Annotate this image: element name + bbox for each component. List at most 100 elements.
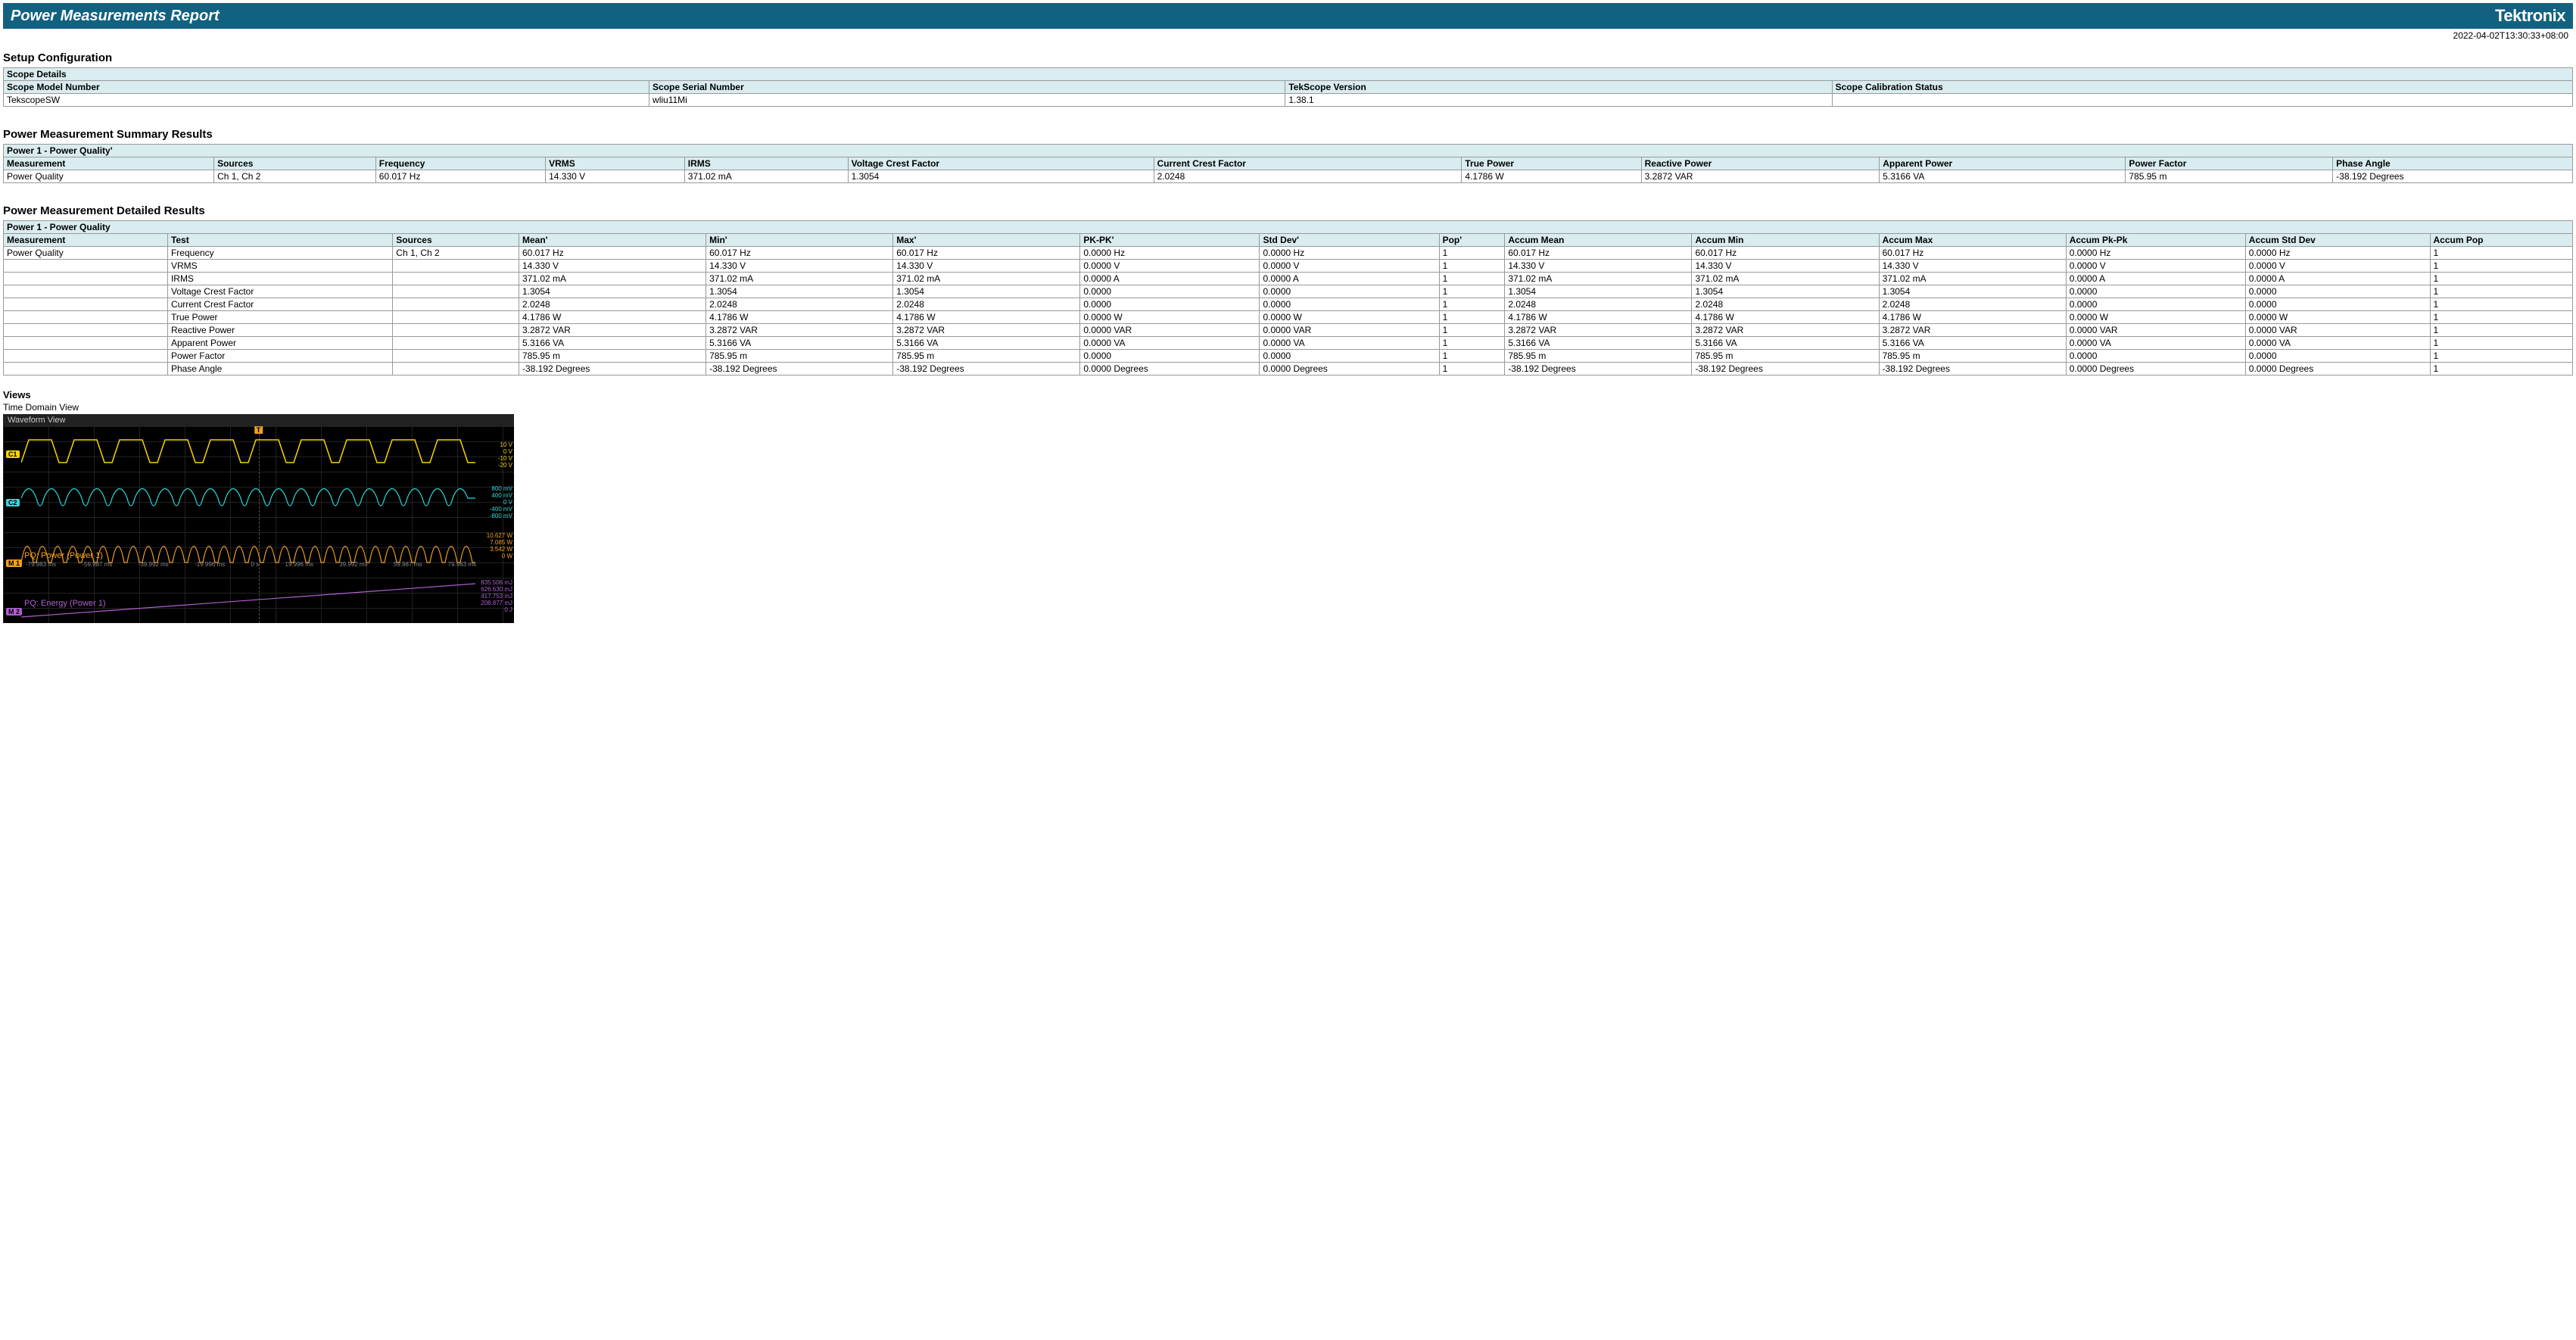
detailed-cell: 60.017 Hz: [1692, 247, 1879, 260]
scale-tick: -10 V: [498, 455, 512, 462]
summary-cell: 14.330 V: [546, 170, 685, 183]
detailed-cell: 2.0248: [1879, 298, 2066, 311]
scale-c1: 10 V0 V-10 V-20 V: [498, 441, 512, 469]
detailed-row: Reactive Power3.2872 VAR3.2872 VAR3.2872…: [4, 324, 2573, 337]
detailed-cell: 0.0000 V: [1260, 260, 1439, 273]
detailed-col-header: PK-PK': [1080, 234, 1260, 247]
detailed-cell: 0.0000 V: [2066, 260, 2245, 273]
summary-col-header: Reactive Power: [1641, 157, 1880, 170]
detailed-cell: -38.192 Degrees: [519, 363, 706, 376]
scale-tick: 800 mV: [490, 485, 512, 492]
summary-cell: 1.3054: [848, 170, 1154, 183]
detailed-row: Voltage Crest Factor1.30541.30541.30540.…: [4, 285, 2573, 298]
detailed-cell: 0.0000 Hz: [2245, 247, 2430, 260]
summary-col-header: Measurement: [4, 157, 214, 170]
time-tick: -59.987 ms: [82, 561, 112, 568]
detailed-cell: [4, 337, 168, 350]
detailed-cell: 0.0000: [1260, 350, 1439, 363]
detailed-cell: 371.02 mA: [1505, 273, 1692, 285]
detailed-cell: [4, 298, 168, 311]
detailed-cell: [393, 363, 519, 376]
scale-c2: 800 mV400 mV0 V-400 mV-800 mV: [490, 485, 512, 519]
detailed-col-header: Accum Std Dev: [2245, 234, 2430, 247]
time-tick: 19.996 ms: [285, 561, 313, 568]
detailed-cell: 785.95 m: [519, 350, 706, 363]
waveform-title: Waveform View: [3, 414, 514, 426]
scale-tick: 400 mV: [490, 492, 512, 499]
detailed-cell: 1: [1439, 298, 1505, 311]
detailed-cell: -38.192 Degrees: [706, 363, 893, 376]
scale-tick: -20 V: [498, 462, 512, 469]
detailed-cell: 1: [2430, 260, 2573, 273]
detailed-cell: Ch 1, Ch 2: [393, 247, 519, 260]
detailed-cell: 1.3054: [1879, 285, 2066, 298]
detailed-cell: 60.017 Hz: [1879, 247, 2066, 260]
detailed-cell: 3.2872 VAR: [1505, 324, 1692, 337]
detailed-cell: 5.3166 VA: [706, 337, 893, 350]
detailed-cell: 0.0000 W: [2245, 311, 2430, 324]
scale-tick: 0 J: [481, 606, 512, 613]
detailed-cell: Power Factor: [167, 350, 392, 363]
scale-tick: 626.630 mJ: [481, 586, 512, 593]
detailed-cell: 14.330 V: [893, 260, 1080, 273]
detailed-cell: 0.0000 W: [2066, 311, 2245, 324]
detailed-col-header: Measurement: [4, 234, 168, 247]
detailed-row: Current Crest Factor2.02482.02482.02480.…: [4, 298, 2573, 311]
detailed-cell: 1: [1439, 260, 1505, 273]
detailed-cell: [4, 324, 168, 337]
detailed-cell: 1.3054: [519, 285, 706, 298]
detailed-cell: 1: [2430, 350, 2573, 363]
detailed-cell: 4.1786 W: [1505, 311, 1692, 324]
detailed-col-header: Pop': [1439, 234, 1505, 247]
trace-c1: [21, 432, 475, 470]
detailed-cell: 1: [2430, 363, 2573, 376]
scale-tick: -400 mV: [490, 506, 512, 513]
time-axis: -79.983 ms-59.987 ms-39.992 ms-19.996 ms…: [26, 561, 476, 568]
summary-cell: -38.192 Degrees: [2333, 170, 2573, 183]
detailed-cell: 14.330 V: [519, 260, 706, 273]
detailed-cell: 1: [2430, 285, 2573, 298]
setup-col-header: Scope Serial Number: [649, 81, 1285, 94]
scope-details-table: Scope Details Scope Model NumberScope Se…: [3, 67, 2573, 107]
detailed-cell: 0.0000 Degrees: [2245, 363, 2430, 376]
detailed-cell: 371.02 mA: [706, 273, 893, 285]
detailed-cell: 785.95 m: [706, 350, 893, 363]
detailed-cell: 0.0000 VA: [2066, 337, 2245, 350]
detailed-cell: 0.0000: [1080, 285, 1260, 298]
detailed-col-header: Test: [167, 234, 392, 247]
detailed-cell: 4.1786 W: [1879, 311, 2066, 324]
detailed-col-header: Sources: [393, 234, 519, 247]
time-tick: 39.992 ms: [339, 561, 367, 568]
detailed-cell: [393, 350, 519, 363]
detailed-table: Power 1 - Power Quality MeasurementTestS…: [3, 220, 2573, 376]
summary-col-header: Phase Angle: [2333, 157, 2573, 170]
detailed-cell: 0.0000 Hz: [2066, 247, 2245, 260]
detailed-cell: 5.3166 VA: [1505, 337, 1692, 350]
detailed-cell: 785.95 m: [1505, 350, 1692, 363]
setup-cell: [1832, 94, 2572, 107]
detailed-cell: 0.0000: [2066, 285, 2245, 298]
detailed-cell: 0.0000 A: [2066, 273, 2245, 285]
detailed-cell: 0.0000: [1080, 350, 1260, 363]
detailed-cell: 2.0248: [519, 298, 706, 311]
time-tick: -79.983 ms: [26, 561, 56, 568]
detailed-cell: 0.0000 Degrees: [1260, 363, 1439, 376]
setup-col-header: Scope Calibration Status: [1832, 81, 2572, 94]
summary-col-header: IRMS: [684, 157, 848, 170]
scale-tick: 0 W: [487, 553, 512, 559]
detailed-cell: [393, 285, 519, 298]
scale-tick: -800 mV: [490, 513, 512, 519]
detailed-cell: 3.2872 VAR: [893, 324, 1080, 337]
detailed-col-header: Min': [706, 234, 893, 247]
detailed-cell: 14.330 V: [1692, 260, 1879, 273]
detailed-cell: -38.192 Degrees: [893, 363, 1080, 376]
detailed-cell: 0.0000 VAR: [1080, 324, 1260, 337]
detailed-cell: [393, 260, 519, 273]
detailed-col-header: Accum Pk-Pk: [2066, 234, 2245, 247]
scale-tick: 3.542 W: [487, 546, 512, 553]
detailed-cell: Frequency: [167, 247, 392, 260]
summary-heading: Power Measurement Summary Results: [3, 128, 2573, 141]
detailed-cell: 0.0000: [2245, 298, 2430, 311]
summary-col-header: Power Factor: [2126, 157, 2333, 170]
detailed-cell: 0.0000: [1260, 298, 1439, 311]
